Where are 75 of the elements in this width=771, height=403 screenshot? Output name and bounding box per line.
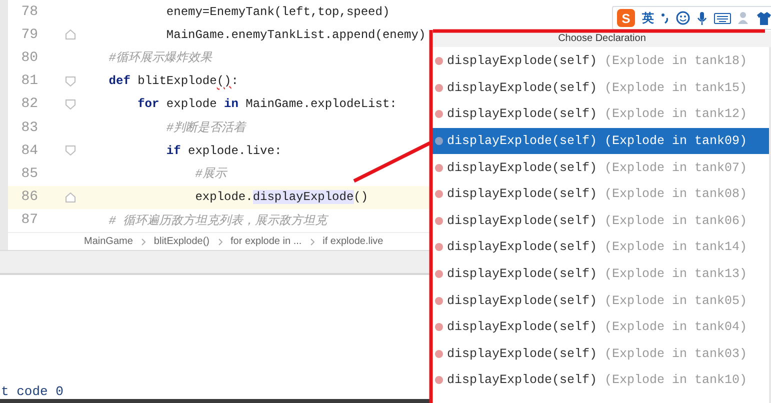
declaration-item[interactable]: displayExplode(self) (Explode in tank15) [432, 74, 769, 102]
declaration-item[interactable]: displayExplode(self) (Explode in tank10) [432, 367, 769, 394]
method-icon [435, 296, 443, 305]
line-number: 78 [20, 4, 38, 20]
code-text: blitExplode [136, 74, 217, 88]
code-comment: #判断是否活着 [165, 121, 246, 136]
declaration-item[interactable]: displayExplode(self) (Explode in tank04) [432, 314, 769, 341]
highlighted-identifier: displayExplode [252, 190, 354, 204]
line-number: 80 [20, 50, 38, 66]
microphone-icon[interactable] [697, 10, 707, 26]
method-icon [435, 323, 443, 332]
line-number: 85 [20, 166, 38, 182]
code-comment: #循环展示爆炸效果 [108, 51, 212, 66]
fold-icon[interactable] [65, 76, 76, 87]
breadcrumb-item[interactable]: if explode.live [322, 236, 384, 247]
method-icon [435, 57, 443, 66]
keyword: in [224, 97, 238, 112]
code-text: () [354, 190, 368, 204]
declaration-item[interactable]: displayExplode(self) (Explode in tank06) [432, 208, 769, 234]
declaration-item[interactable]: displayExplode(self) (Explode in tank05) [432, 287, 769, 314]
line-number: 82 [20, 96, 38, 112]
method-icon [435, 376, 443, 384]
code-text: enemy=EnemyTank(left,top,speed) [165, 4, 390, 19]
declaration-item[interactable]: displayExplode(self) (Explode in tank18) [432, 48, 769, 75]
method-icon [435, 243, 443, 252]
breadcrumb-item[interactable]: MainGame [84, 236, 133, 247]
console-text: t code 0 [1, 384, 64, 399]
declaration-item[interactable]: displayExplode(self) (Explode in tank07) [432, 154, 769, 181]
declaration-item[interactable]: displayExplode(self) (Explode in tank14) [432, 234, 769, 261]
method-icon [435, 190, 443, 198]
keyword: if [165, 144, 181, 158]
breadcrumb-item[interactable]: blitExplode() [154, 236, 210, 247]
fold-icon[interactable] [65, 98, 76, 110]
method-icon [435, 216, 443, 225]
code-comment: # 循环遍历敌方坦克列表，展示敌方坦克 [108, 214, 328, 228]
smiley-icon[interactable] [676, 11, 690, 25]
code-text: MainGame.explodeList: [244, 97, 397, 112]
chevron-icon [140, 238, 146, 246]
code-text: : [231, 74, 238, 88]
punctuation-icon[interactable] [661, 12, 669, 24]
chevron-icon [310, 238, 315, 246]
code-text: explode.live: [187, 144, 282, 158]
keyword: for [136, 97, 160, 112]
declaration-item[interactable]: displayExplode(self) (Explode in tank03) [432, 340, 769, 368]
shirt-icon[interactable] [757, 12, 771, 24]
code-text: MainGame.enemyTankList.append(enemy) [165, 28, 426, 42]
line-number: 86 [20, 189, 38, 206]
line-number: 83 [20, 120, 38, 136]
code-text: () [216, 74, 232, 88]
method-icon [435, 350, 443, 358]
method-icon [435, 270, 443, 278]
line-number: 81 [20, 73, 38, 90]
method-icon [435, 137, 443, 146]
code-comment: #展示 [194, 167, 226, 182]
declaration-item[interactable]: displayExplode(self) (Explode in tank08) [432, 180, 769, 208]
language-mode-toggle[interactable]: 英 [642, 10, 654, 26]
declaration-item[interactable]: displayExplode(self) (Explode in tank09) [432, 128, 769, 154]
keyword: def [108, 74, 130, 88]
method-icon [435, 110, 443, 118]
fold-icon[interactable] [65, 145, 76, 156]
fold-icon[interactable] [65, 192, 76, 203]
method-icon [435, 164, 443, 172]
breadcrumb-item[interactable]: for explode in ... [230, 236, 302, 247]
person-icon[interactable] [738, 11, 750, 25]
line-number: 79 [20, 26, 38, 43]
method-icon [435, 84, 443, 92]
code-text: explode. [194, 190, 253, 204]
fold-icon[interactable] [65, 29, 76, 40]
chevron-icon [218, 238, 222, 246]
keyboard-icon[interactable] [714, 12, 731, 24]
declaration-item[interactable]: displayExplode(self) (Explode in tank13) [432, 260, 769, 288]
line-number: 84 [20, 142, 38, 159]
line-number: 87 [20, 212, 38, 228]
declaration-item[interactable]: displayExplode(self) (Explode in tank12) [432, 101, 769, 128]
code-text: explode [165, 97, 218, 112]
